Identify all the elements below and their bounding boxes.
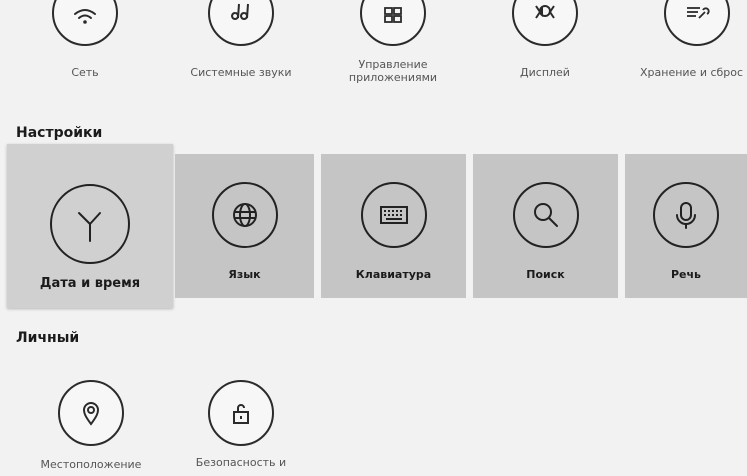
- tile-label: Дата и время: [39, 276, 141, 291]
- personal-item-label: Местоположение: [40, 458, 142, 471]
- tile-search[interactable]: Поиск: [473, 154, 618, 298]
- tile-date-time[interactable]: Дата и время: [7, 144, 173, 308]
- tile-label: Клавиатура: [355, 268, 432, 281]
- wifi-icon: [52, 0, 118, 46]
- tile-keyboard[interactable]: Клавиатура: [321, 154, 466, 298]
- tile-label: Поиск: [526, 268, 565, 281]
- top-item-label: Дисплей: [520, 66, 570, 79]
- sound-icon: [208, 0, 274, 46]
- top-item-label: Хранение и сброс: [640, 66, 744, 79]
- tile-label: Язык: [228, 268, 261, 281]
- globe-icon: [211, 182, 278, 248]
- display-icon: [512, 0, 578, 46]
- lock-icon: [208, 380, 274, 446]
- storage-icon: [664, 0, 730, 46]
- top-item-label: Системные звуки: [190, 66, 292, 79]
- search-icon: [512, 182, 579, 248]
- tile-speech[interactable]: Речь: [625, 154, 747, 298]
- top-item-label: Управление приложениями: [348, 58, 438, 84]
- microphone-icon: [653, 182, 719, 248]
- apps-icon: [360, 0, 426, 46]
- section-title-settings: Настройки: [16, 125, 103, 141]
- location-icon: [58, 380, 124, 446]
- clock-icon: [50, 184, 130, 264]
- tile-language[interactable]: Язык: [175, 154, 314, 298]
- section-title-personal: Личный: [16, 330, 80, 346]
- tile-label: Речь: [670, 268, 702, 281]
- personal-item-label: Безопасность и: [195, 456, 287, 469]
- top-item-label: Сеть: [71, 66, 99, 79]
- keyboard-icon: [360, 182, 427, 248]
